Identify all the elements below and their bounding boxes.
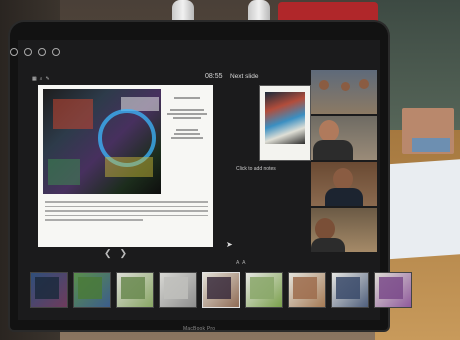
participant-head: [333, 168, 353, 190]
graffiti-red: [53, 99, 93, 129]
participant-head: [359, 79, 369, 89]
text-line: [45, 214, 208, 217]
toolbar-button[interactable]: [52, 48, 60, 57]
participant-body: [325, 188, 363, 206]
next-slide-preview[interactable]: [259, 85, 311, 161]
slide-thumbnail-active[interactable]: [202, 272, 240, 308]
slide-thumbnail[interactable]: [288, 272, 326, 308]
video-call-tiles: [311, 70, 377, 252]
video-tile[interactable]: [311, 70, 377, 114]
grid-icon[interactable]: ▦: [32, 76, 37, 82]
video-tile[interactable]: [311, 162, 377, 206]
slide-paragraph: [45, 198, 208, 224]
thumbnail-image: [121, 277, 145, 299]
text-line: [170, 109, 204, 111]
participant-head: [319, 80, 329, 90]
video-tile[interactable]: [311, 116, 377, 160]
toolbar-icon: [38, 48, 46, 56]
toolbar-icon: [52, 48, 60, 56]
slide-filmstrip: [30, 272, 412, 308]
slide-thumbnail[interactable]: [331, 272, 369, 308]
text-line: [173, 117, 201, 119]
graffiti-yellow: [105, 157, 153, 177]
video-tile[interactable]: [311, 208, 377, 252]
thumbnail-image: [78, 277, 102, 299]
next-slide-icon[interactable]: ❯: [120, 249, 128, 258]
pen-icon[interactable]: ✎: [46, 76, 50, 82]
text-line: [167, 113, 207, 115]
speaker-notes[interactable]: Click to add notes: [236, 166, 276, 172]
next-slide-label: Next slide: [230, 73, 259, 80]
elapsed-timer: 08:55: [205, 73, 223, 80]
thumbnail-image: [164, 277, 188, 299]
text-line: [45, 205, 208, 208]
text-line: [45, 210, 208, 212]
thumbnail-image: [293, 277, 317, 299]
toolbar-button[interactable]: [10, 48, 18, 57]
text-line: [174, 133, 200, 135]
toolbar-button[interactable]: [38, 48, 46, 57]
thumbnail-image: [379, 277, 403, 299]
slide-thumbnail[interactable]: [116, 272, 154, 308]
presenter-toolbar: [10, 48, 60, 57]
slide-thumbnail[interactable]: [73, 272, 111, 308]
participant-head: [341, 82, 350, 91]
font-size-controls[interactable]: A A: [236, 260, 245, 266]
paper-sheet: [380, 159, 460, 260]
blue-paper: [412, 138, 450, 152]
slide-thumbnail[interactable]: [374, 272, 412, 308]
thumbnail-image: [250, 277, 274, 299]
slide-thumbnail[interactable]: [30, 272, 68, 308]
slide-thumbnail[interactable]: [245, 272, 283, 308]
participant-head: [315, 218, 335, 240]
participant-body: [311, 238, 345, 252]
laptop-brand-label: MacBook Pro: [183, 326, 216, 332]
toolbar-icon: [10, 48, 18, 56]
text-line: [176, 129, 198, 131]
mouse-pointer-icon: ➤: [226, 240, 233, 249]
toolbar-icon: [24, 48, 32, 56]
previous-slide-icon[interactable]: ❮: [104, 249, 112, 258]
slide-counter: ▦ ⌕ ✎: [32, 76, 50, 82]
text-line: [171, 137, 203, 139]
participant-body: [313, 140, 353, 160]
slide-thumbnail[interactable]: [159, 272, 197, 308]
thumbnail-image: [207, 277, 231, 299]
graffiti-photo: [43, 89, 161, 194]
graffiti-green: [48, 159, 80, 185]
text-line: [45, 219, 143, 221]
text-line: [174, 97, 200, 99]
participant-head: [319, 120, 339, 142]
thumbnail-image: [336, 277, 360, 299]
text-line: [45, 201, 208, 203]
thumbnail-image: [35, 277, 59, 299]
slide-navigation: ❮ ❯: [104, 249, 127, 258]
toolbar-button[interactable]: [24, 48, 32, 57]
slide-caption: [163, 95, 211, 141]
next-slide-photo: [265, 92, 305, 144]
zoom-icon[interactable]: ⌕: [40, 76, 43, 82]
